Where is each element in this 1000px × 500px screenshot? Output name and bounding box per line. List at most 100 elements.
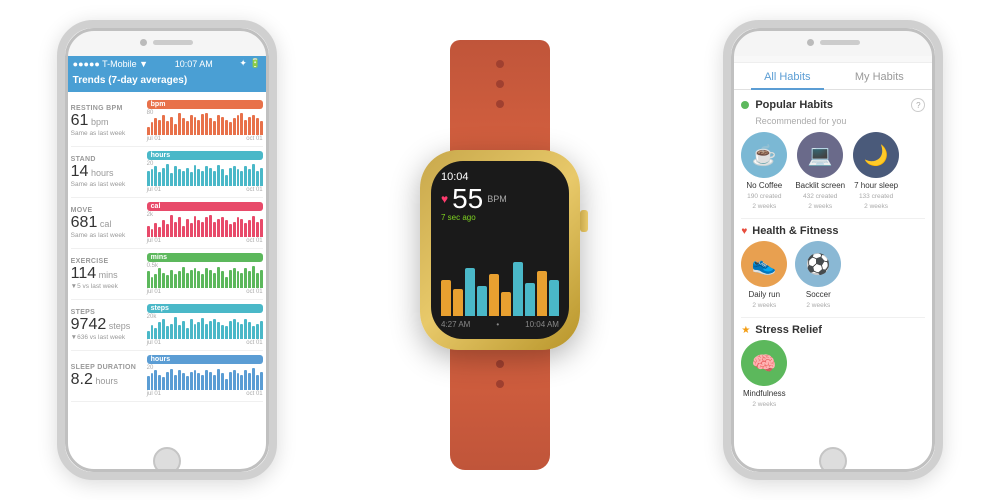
- stress-section-header: ★ Stress Relief: [741, 324, 925, 336]
- band-hole-4: [496, 360, 504, 368]
- clock: 10:07 AM: [175, 59, 213, 69]
- band-hole-3: [496, 100, 504, 108]
- watch-bar: [501, 292, 511, 316]
- band-hole-1: [496, 60, 504, 68]
- habit-count: 133 created: [859, 193, 893, 200]
- watch-crown: [580, 210, 588, 232]
- watch-bar: [537, 271, 547, 316]
- habit-icon: 👟: [741, 241, 787, 287]
- speaker: [153, 40, 193, 45]
- habit-count: 432 created: [803, 193, 837, 200]
- habit-weeks: 2 weeks: [808, 203, 832, 210]
- watch-bar: [549, 280, 559, 316]
- habit-count: 2 weeks: [752, 401, 776, 408]
- stress-title: Stress Relief: [755, 324, 822, 336]
- heart-icon: ♥: [441, 192, 448, 206]
- home-button[interactable]: [153, 447, 181, 475]
- health-row: EXERCISE 114 mins ▼5 vs last week mins0.…: [71, 249, 263, 300]
- habit-item[interactable]: 👟Daily run2 weeks: [741, 241, 787, 309]
- habit-item[interactable]: 💻 Backlit screen 432 created 2 weeks: [795, 132, 845, 210]
- phone-top-bar: [65, 28, 269, 56]
- habits-screen: All HabitsMy Habits Popular Habits ? Rec…: [731, 56, 935, 472]
- habits-status-bar: [731, 56, 935, 63]
- watch-heart-area: ♥ 55 BPM: [441, 185, 559, 213]
- health-habits-row: 👟 Daily run 2 weeks⚽Soccer2 weeks: [741, 241, 925, 309]
- habit-item[interactable]: 🌙 7 hour sleep 133 created 2 weeks: [853, 132, 899, 210]
- power-button: [274, 128, 277, 178]
- habit-name: Daily run: [749, 290, 781, 299]
- watch-container: 10:04 ♥ 55 BPM 7 sec ago 4:27 AM • 10:04…: [390, 150, 610, 350]
- watch-bpm-unit: BPM: [487, 194, 507, 204]
- home-button-right[interactable]: [819, 447, 847, 475]
- habit-item[interactable]: ⚽Soccer2 weeks: [795, 241, 841, 309]
- band-hole-2: [496, 80, 504, 88]
- stress-habits-row: 🧠 Mindfulness 2 weeks: [741, 340, 925, 408]
- habit-item[interactable]: 🧠 Mindfulness 2 weeks: [741, 340, 787, 408]
- status-icons: ✦ 🔋: [239, 58, 260, 69]
- habits-tabs: All HabitsMy Habits: [731, 63, 935, 90]
- watch-bar: [477, 286, 487, 316]
- watch-band-top: [450, 40, 550, 160]
- camera-right: [807, 39, 814, 46]
- watch-bpm: 55: [452, 185, 483, 213]
- watch-bar: [513, 262, 523, 316]
- health-content: RESTING BPM 61 bpm Same as last week bpm…: [65, 92, 269, 406]
- phone-top-bar-right: [731, 28, 935, 56]
- status-bar: ●●●●● T-Mobile ▼ 10:07 AM ✦ 🔋: [65, 56, 269, 71]
- habit-weeks: 2 weeks: [864, 203, 888, 210]
- habit-name: Mindfulness: [743, 389, 786, 398]
- tab-my-habits[interactable]: My Habits: [833, 63, 925, 89]
- health-header: Trends (7-day averages): [65, 71, 269, 92]
- question-icon[interactable]: ?: [911, 98, 925, 112]
- heart-icon-section: ♥: [741, 226, 747, 237]
- health-row: SLEEP DURATION 8.2 hours hours20jul 01oc…: [71, 351, 263, 402]
- health-row: STAND 14 hours Same as last week hours20…: [71, 147, 263, 198]
- habit-weeks: 2 weeks: [752, 203, 776, 210]
- health-title: Health & Fitness: [752, 225, 838, 237]
- watch-time-left: 4:27 AM: [441, 320, 470, 329]
- watch-shell: 10:04 ♥ 55 BPM 7 sec ago 4:27 AM • 10:04…: [420, 150, 580, 350]
- popular-section-header: Popular Habits ?: [741, 98, 925, 112]
- popular-sub: Recommended for you: [755, 116, 925, 126]
- habit-item[interactable]: ☕ No Coffee 190 created 2 weeks: [741, 132, 787, 210]
- popular-title: Popular Habits: [755, 99, 833, 111]
- health-section-header: ♥ Health & Fitness: [741, 225, 925, 237]
- watch-ago: 7 sec ago: [441, 213, 559, 222]
- power-button-right: [940, 128, 943, 178]
- divider-2: [741, 317, 925, 318]
- divider-1: [741, 218, 925, 219]
- watch-time-row: 10:04: [441, 171, 559, 183]
- watch-bars: [441, 226, 559, 316]
- health-row: MOVE 681 cal Same as last week cal2kjul …: [71, 198, 263, 249]
- watch-time: 10:04: [441, 171, 469, 183]
- tab-all-habits[interactable]: All Habits: [741, 63, 833, 89]
- habit-icon: 🌙: [853, 132, 899, 178]
- habit-name: 7 hour sleep: [854, 181, 898, 190]
- habit-name: No Coffee: [746, 181, 782, 190]
- habit-count: 2 weeks: [806, 302, 830, 309]
- habit-icon: 🧠: [741, 340, 787, 386]
- health-screen: ●●●●● T-Mobile ▼ 10:07 AM ✦ 🔋 Trends (7-…: [65, 56, 269, 472]
- watch-bottom-row: 4:27 AM • 10:04 AM: [441, 320, 559, 329]
- habit-icon: 💻: [797, 132, 843, 178]
- volume-button: [57, 108, 60, 136]
- watch-band-bottom: [450, 340, 550, 470]
- health-row: STEPS 9742 steps ▼636 vs last week steps…: [71, 300, 263, 351]
- band-hole-5: [496, 380, 504, 388]
- habit-name: Backlit screen: [795, 181, 845, 190]
- speaker-right: [820, 40, 860, 45]
- habit-icon: ⚽: [795, 241, 841, 287]
- carrier: ●●●●● T-Mobile ▼: [73, 59, 148, 69]
- popular-dot: [741, 101, 749, 109]
- left-phone: ●●●●● T-Mobile ▼ 10:07 AM ✦ 🔋 Trends (7-…: [57, 20, 277, 480]
- camera: [140, 39, 147, 46]
- star-icon: ★: [741, 325, 750, 336]
- watch-bar: [453, 289, 463, 316]
- watch-time-right: 10:04 AM: [525, 320, 559, 329]
- watch-bar: [525, 283, 535, 316]
- habit-count: 190 created: [747, 193, 781, 200]
- watch-bar: [489, 274, 499, 316]
- watch-assembly: 10:04 ♥ 55 BPM 7 sec ago 4:27 AM • 10:04…: [420, 150, 580, 350]
- watch-bar: [441, 280, 451, 316]
- habit-icon: ☕: [741, 132, 787, 178]
